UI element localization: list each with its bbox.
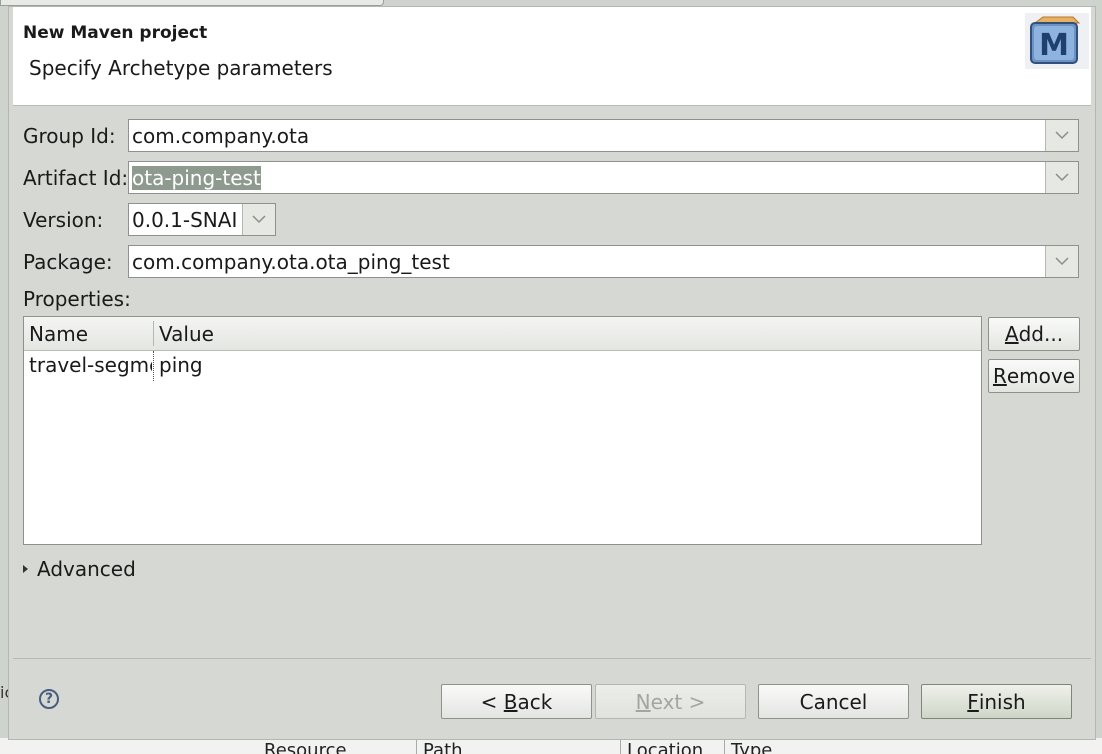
properties-table[interactable]: Name Value travel-segme ping	[23, 316, 982, 545]
background-column-resource: Resource	[264, 740, 347, 754]
finish-label-suffix: inish	[978, 689, 1026, 714]
back-label-mnemonic: B	[503, 689, 518, 714]
cancel-button[interactable]: Cancel	[758, 684, 909, 719]
artifact-id-dropdown-button[interactable]	[1045, 162, 1078, 193]
cell-divider	[153, 351, 154, 381]
chevron-down-icon	[252, 215, 266, 224]
background-label-stub: ic	[0, 683, 8, 702]
property-name-cell[interactable]: travel-segme	[29, 353, 152, 377]
add-property-button[interactable]: Add...	[988, 317, 1080, 351]
dialog-header: New Maven project Specify Archetype para…	[13, 7, 1091, 106]
properties-table-header: Name Value	[24, 317, 981, 351]
back-button[interactable]: < Back	[441, 684, 592, 719]
chevron-down-icon	[1055, 173, 1069, 182]
background-column-path: Path	[416, 738, 619, 754]
column-header-value[interactable]: Value	[159, 322, 214, 346]
package-value[interactable]: com.company.ota.ota_ping_test	[132, 250, 450, 274]
add-label-mnemonic: A	[1004, 322, 1019, 346]
version-dropdown-button[interactable]	[242, 204, 275, 235]
version-label: Version:	[23, 208, 104, 232]
advanced-label-mnemonic: v	[63, 557, 75, 581]
next-label-suffix: ext >	[650, 689, 706, 714]
group-id-combo[interactable]: com.company.ota	[128, 119, 1079, 152]
finish-label-mnemonic: F	[967, 689, 979, 714]
expand-triangle-icon[interactable]	[23, 564, 28, 573]
group-id-value[interactable]: com.company.ota	[132, 124, 309, 148]
back-label-suffix: ack	[517, 689, 553, 714]
column-divider[interactable]	[153, 321, 154, 346]
artifact-id-label: Artifact Id:	[23, 166, 129, 190]
column-header-name[interactable]: Name	[29, 322, 88, 346]
new-maven-project-dialog: New Maven project Specify Archetype para…	[8, 6, 1096, 740]
advanced-section-toggle[interactable]: Advanced	[23, 557, 136, 581]
remove-label-suffix: emove	[1006, 364, 1076, 388]
chevron-down-icon	[1055, 257, 1069, 266]
background-column-location: Location	[620, 738, 723, 754]
add-label-suffix: dd...	[1018, 322, 1064, 346]
back-label-prefix: <	[480, 689, 504, 714]
remove-property-button[interactable]: Remove	[988, 359, 1080, 393]
artifact-id-value[interactable]: ota-ping-test	[132, 166, 261, 190]
next-label-mnemonic: N	[635, 689, 651, 714]
property-value-cell[interactable]: ping	[159, 353, 203, 377]
advanced-label-suffix: anced	[74, 557, 136, 581]
chevron-down-icon	[1055, 131, 1069, 140]
remove-label-mnemonic: R	[992, 364, 1007, 388]
advanced-label-prefix: Ad	[37, 557, 64, 581]
dialog-title: New Maven project	[23, 23, 208, 43]
footer-separator	[13, 658, 1091, 659]
finish-button[interactable]: Finish	[921, 684, 1072, 719]
help-icon[interactable]: ?	[39, 689, 59, 709]
background-column-type: Type	[724, 738, 831, 754]
artifact-id-combo[interactable]: ota-ping-test	[128, 161, 1079, 194]
next-button[interactable]: Next >	[595, 684, 746, 719]
maven-logo-letter: M	[1039, 28, 1069, 63]
properties-label: Properties:	[23, 287, 131, 311]
version-combo[interactable]: 0.0.1-SNAI	[128, 203, 276, 236]
group-id-dropdown-button[interactable]	[1045, 120, 1078, 151]
package-label: Package:	[23, 250, 113, 274]
package-combo[interactable]: com.company.ota.ota_ping_test	[128, 245, 1079, 278]
dialog-subtitle: Specify Archetype parameters	[29, 56, 333, 80]
version-value[interactable]: 0.0.1-SNAI	[132, 208, 238, 232]
group-id-label: Group Id:	[23, 124, 116, 148]
package-dropdown-button[interactable]	[1045, 246, 1078, 277]
maven-logo-icon: M	[1025, 13, 1089, 69]
